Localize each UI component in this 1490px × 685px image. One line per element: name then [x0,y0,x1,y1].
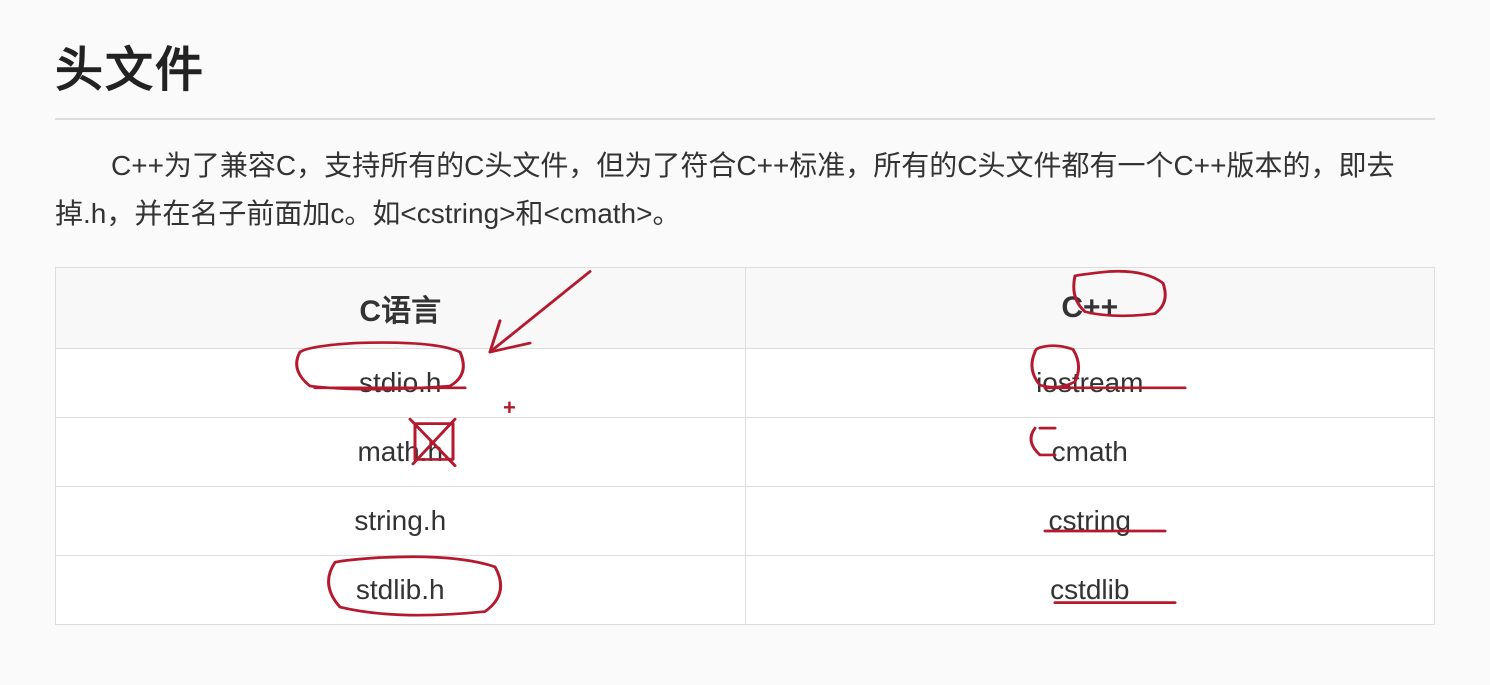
table-wrapper: C语言 C++ stdio.h iostream math.h cmath st… [55,267,1435,625]
table-row: stdlib.h cstdlib [56,556,1435,625]
description-paragraph: C++为了兼容C，支持所有的C头文件，但为了符合C++标准，所有的C头文件都有一… [55,142,1435,237]
heading-section: 头文件 [55,30,1435,120]
cell-cpp: cmath [745,418,1435,487]
cell-cpp: cstring [745,487,1435,556]
table-row: stdio.h iostream [56,349,1435,418]
table-row: string.h cstring [56,487,1435,556]
table-row: math.h cmath [56,418,1435,487]
cell-cpp: iostream [745,349,1435,418]
cell-c: math.h [56,418,746,487]
col-header-c: C语言 [56,268,746,349]
cell-c: string.h [56,487,746,556]
cell-c: stdlib.h [56,556,746,625]
headers-table: C语言 C++ stdio.h iostream math.h cmath st… [55,267,1435,625]
table-header-row: C语言 C++ [56,268,1435,349]
cell-cpp: cstdlib [745,556,1435,625]
page-title: 头文件 [55,30,1435,100]
cell-c: stdio.h [56,349,746,418]
col-header-cpp: C++ [745,268,1435,349]
